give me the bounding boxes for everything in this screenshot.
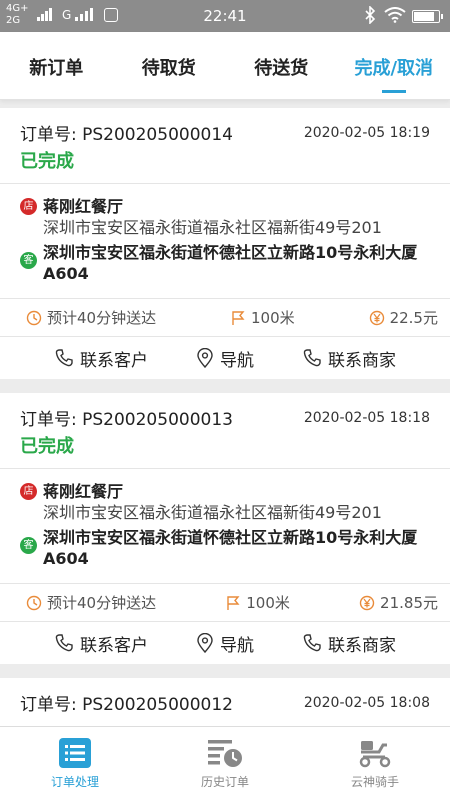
shop-name: 蒋刚红餐厅	[43, 482, 124, 501]
shop-icon: 店	[20, 198, 37, 215]
order-meta: 预计40分钟送达 100米 22.5元	[0, 299, 450, 337]
tab-new-orders[interactable]: 新订单	[0, 32, 113, 99]
order-time: 2020-02-05 18:19	[303, 125, 430, 141]
dropoff-stop: 客 深圳市宝安区福永街道怀德社区立新路10号永利大厦A604	[20, 527, 430, 569]
customer-address: 深圳市宝安区福永街道怀德社区立新路10号永利大厦A604	[43, 243, 418, 283]
phone-icon	[303, 634, 321, 652]
history-icon	[208, 740, 242, 767]
nav-rider-profile[interactable]: 云神骑手	[300, 727, 450, 800]
wifi-icon	[384, 7, 406, 23]
dropoff-stop: 客 深圳市宝安区福永街道怀德社区立新路10号永利大厦A604	[20, 242, 430, 284]
eta-text: 预计40分钟送达	[47, 309, 157, 327]
navigate-button[interactable]: 导航	[196, 631, 254, 656]
contact-merchant-button[interactable]: 联系商家	[302, 346, 396, 371]
list-icon	[59, 738, 91, 768]
bluetooth-icon	[365, 6, 376, 24]
shop-icon: 店	[20, 483, 37, 500]
order-route: 店 蒋刚红餐厅 深圳市宝安区福永街道福永社区福新街49号201 客 深圳市宝安区…	[0, 184, 450, 299]
yuan-icon	[359, 595, 375, 610]
order-time: 2020-02-05 18:08	[303, 695, 430, 711]
clock: 22:41	[203, 7, 247, 25]
clock-icon	[26, 310, 42, 325]
order-time: 2020-02-05 18:18	[303, 410, 430, 426]
contact-customer-button[interactable]: 联系客户	[54, 631, 148, 656]
order-actions: 联系客户 导航 联系商家	[0, 622, 450, 664]
order-card[interactable]: 订单号: PS200205000013 2020-02-05 18:18 已完成…	[0, 393, 450, 664]
customer-icon: 客	[20, 252, 37, 269]
customer-address: 深圳市宝安区福永街道怀德社区立新路10号永利大厦A604	[43, 528, 418, 568]
navigate-button[interactable]: 导航	[196, 346, 254, 371]
order-status: 已完成	[20, 151, 74, 172]
battery-icon	[412, 10, 443, 23]
nav-order-history[interactable]: 历史订单	[150, 727, 300, 800]
phone-icon	[55, 349, 73, 367]
distance-text: 100米	[251, 309, 295, 327]
order-route: 店 蒋刚红餐厅 深圳市宝安区福永街道福永社区福新街49号201 客 深圳市宝安区…	[0, 469, 450, 584]
contact-merchant-button[interactable]: 联系商家	[302, 631, 396, 656]
location-pin-icon	[197, 633, 213, 653]
tab-pending-delivery[interactable]: 待送货	[225, 32, 338, 99]
shop-address: 深圳市宝安区福永街道福永社区福新街49号201	[43, 503, 382, 522]
flag-icon	[232, 310, 245, 325]
eta-text: 预计40分钟送达	[47, 594, 157, 612]
order-header: 订单号: PS200205000013 2020-02-05 18:18 已完成	[0, 393, 450, 469]
tab-pending-pickup[interactable]: 待取货	[113, 32, 226, 99]
fee-text: 21.85元	[380, 594, 438, 612]
order-tabs: 新订单 待取货 待送货 完成/取消	[0, 32, 450, 100]
phone-icon	[55, 634, 73, 652]
customer-icon: 客	[20, 537, 37, 554]
shop-address: 深圳市宝安区福永街道福永社区福新街49号201	[43, 218, 382, 237]
order-card[interactable]: 订单号: PS200205000012 2020-02-05 18:08	[0, 678, 450, 726]
flag-icon	[227, 595, 240, 610]
scooter-icon	[359, 741, 391, 768]
yuan-icon	[369, 310, 384, 325]
nav-order-processing[interactable]: 订单处理	[0, 727, 150, 800]
order-meta: 预计40分钟送达 100米 21.85元	[0, 584, 450, 622]
pickup-stop: 店 蒋刚红餐厅 深圳市宝安区福永街道福永社区福新街49号201	[20, 481, 430, 523]
status-bar: 4G+ 2G G 22:41	[0, 0, 450, 32]
order-card[interactable]: 订单号: PS200205000014 2020-02-05 18:19 已完成…	[0, 108, 450, 379]
order-list[interactable]: 订单号: PS200205000014 2020-02-05 18:19 已完成…	[0, 108, 450, 726]
phone-icon	[303, 349, 321, 367]
fee-text: 22.5元	[389, 309, 438, 327]
distance-text: 100米	[246, 594, 290, 612]
order-header: 订单号: PS200205000014 2020-02-05 18:19 已完成	[0, 108, 450, 184]
clock-icon	[26, 595, 42, 610]
tab-completed-cancelled[interactable]: 完成/取消	[338, 32, 450, 99]
pickup-stop: 店 蒋刚红餐厅 深圳市宝安区福永街道福永社区福新街49号201	[20, 196, 430, 238]
order-actions: 联系客户 导航 联系商家	[0, 337, 450, 379]
shop-name: 蒋刚红餐厅	[43, 197, 124, 216]
location-pin-icon	[197, 348, 213, 368]
order-header: 订单号: PS200205000012 2020-02-05 18:08	[0, 678, 450, 726]
bottom-nav: 订单处理 历史订单 云神骑手	[0, 726, 450, 800]
order-status: 已完成	[20, 436, 74, 457]
contact-customer-button[interactable]: 联系客户	[54, 346, 148, 371]
